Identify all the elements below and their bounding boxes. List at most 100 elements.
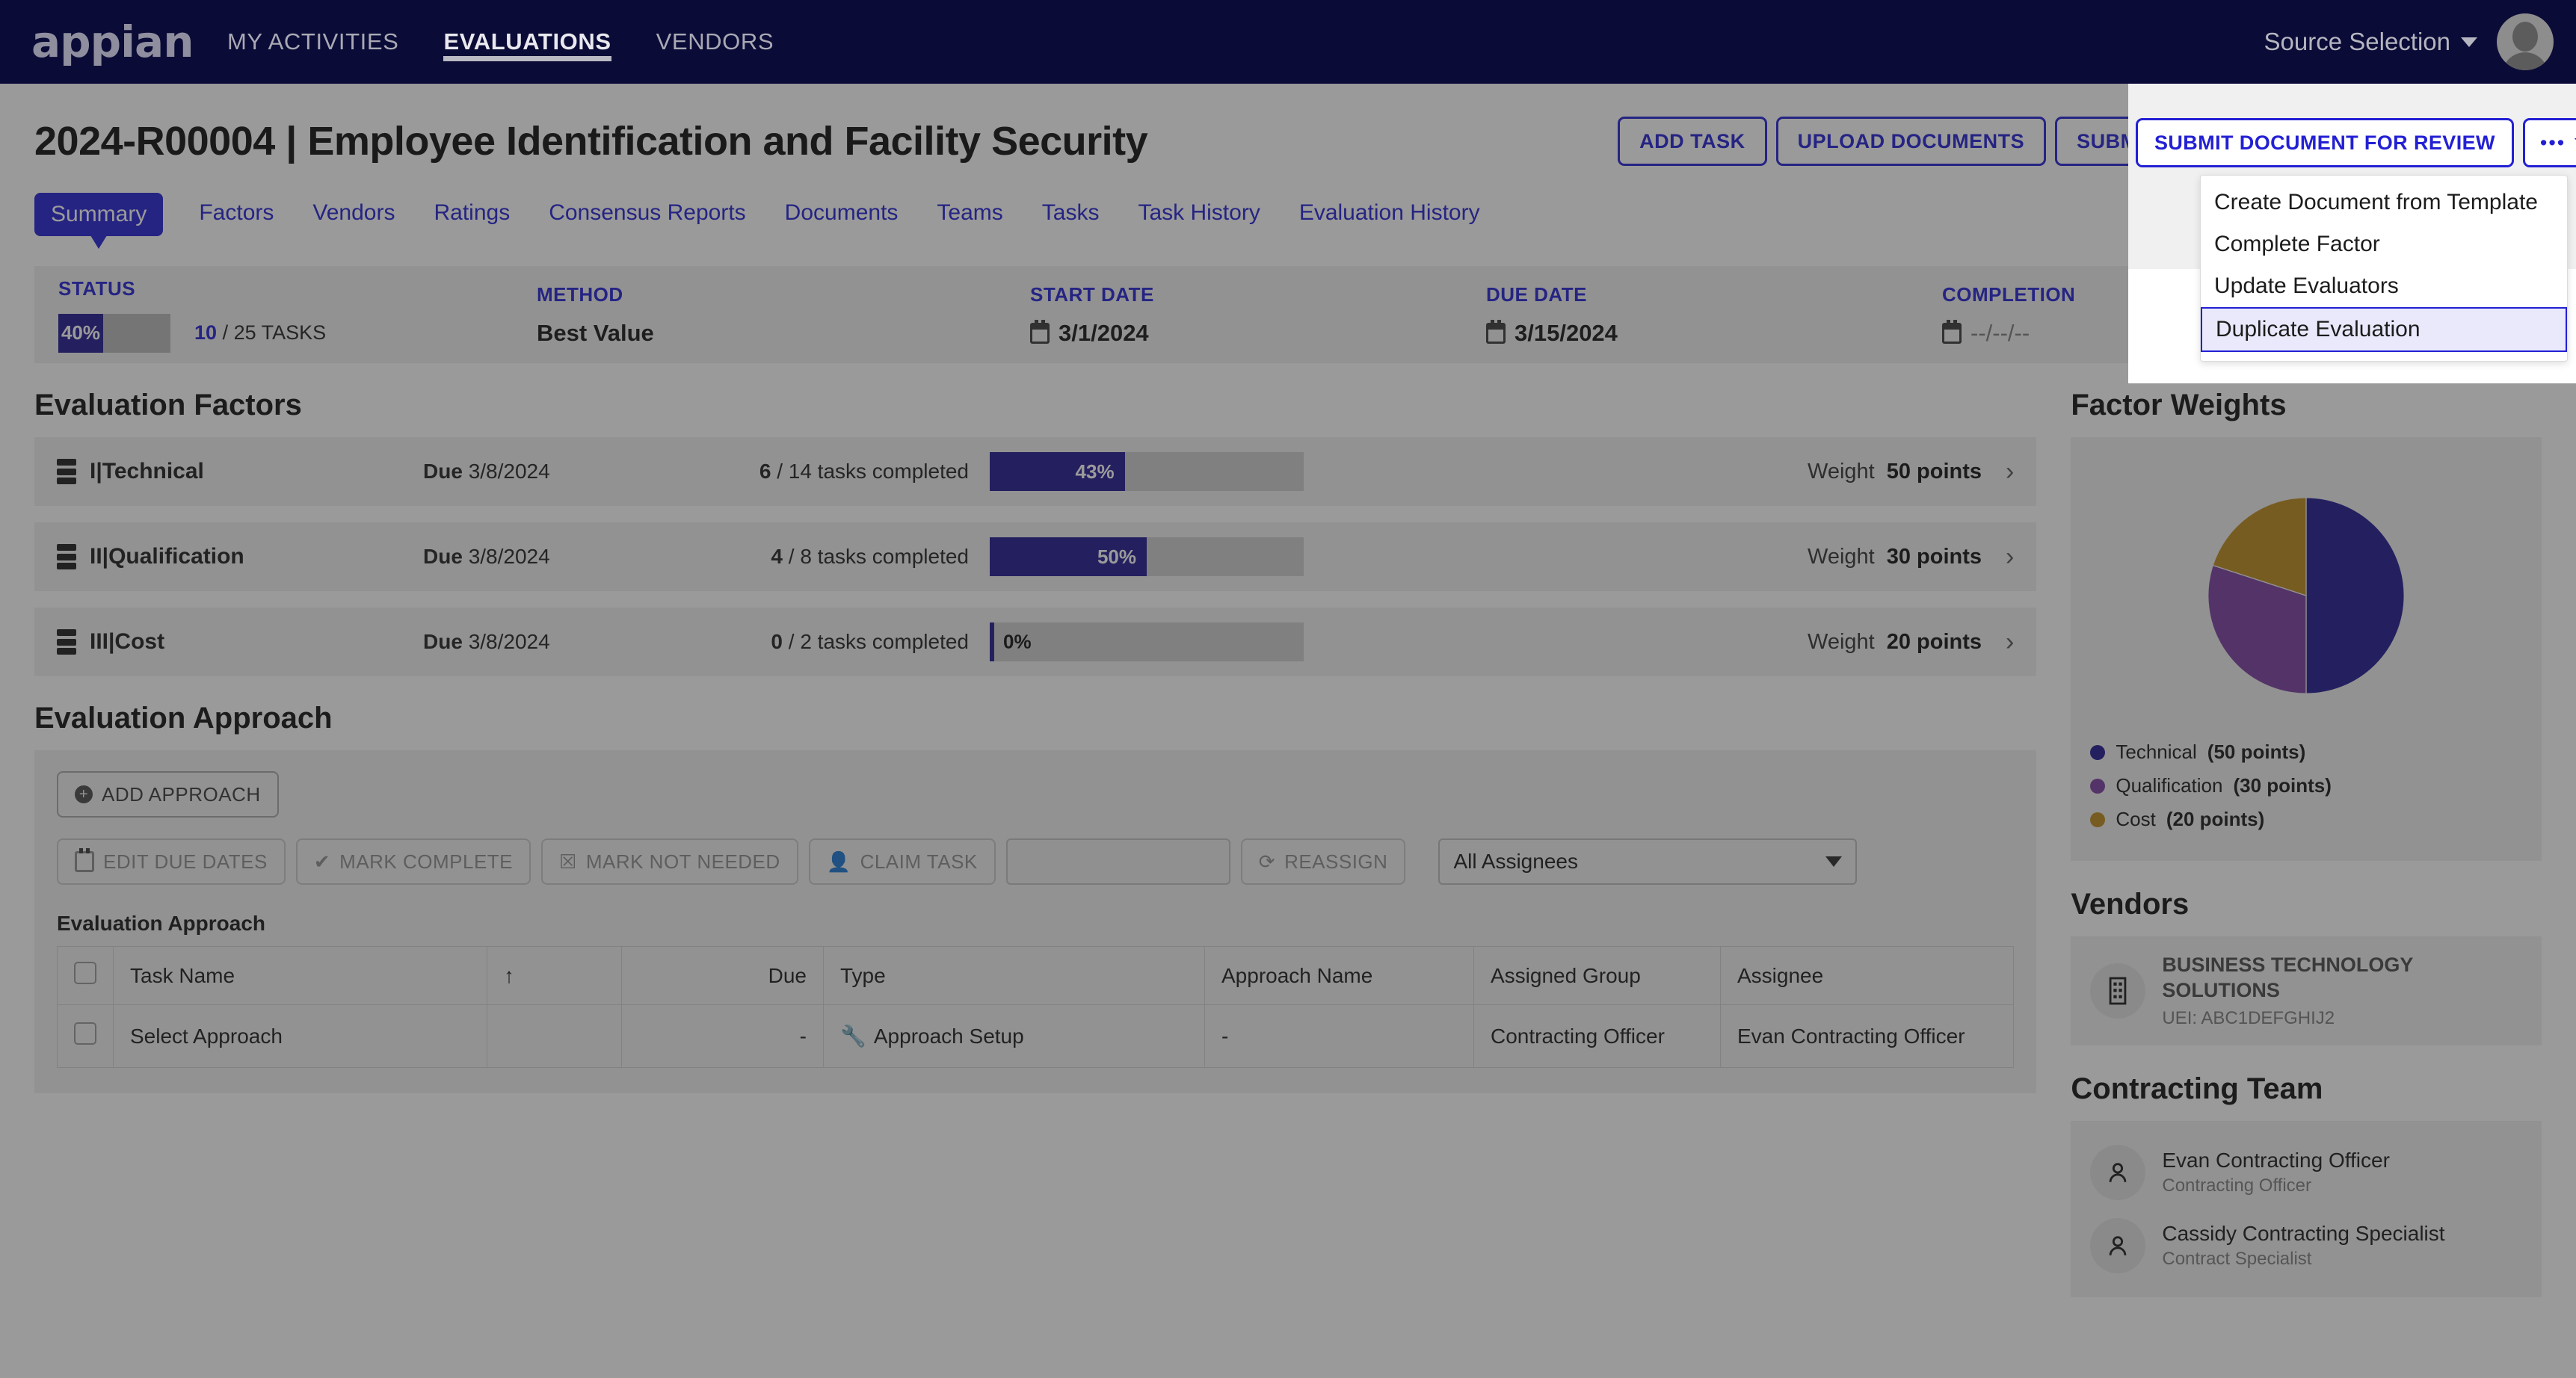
nav-vendors[interactable]: VENDORS	[656, 0, 774, 84]
row-checkbox-cell[interactable]	[57, 1004, 114, 1068]
chevron-right-icon[interactable]: ›	[2006, 628, 2014, 657]
factor-name-group: II|Qualification	[57, 544, 423, 569]
completion-value: --/--/--	[1970, 319, 2030, 346]
tab-summary[interactable]: Summary	[34, 193, 164, 249]
mark-not-needed-button[interactable]: ☒ MARK NOT NEEDED	[541, 838, 798, 885]
vendor-name: BUSINESS TECHNOLOGY SOLUTIONS	[2162, 954, 2413, 1001]
start-date-value: 3/1/2024	[1059, 319, 1149, 346]
team-member-info: Evan Contracting Officer Contracting Off…	[2162, 1149, 2390, 1196]
tasks-done: 10	[194, 321, 218, 344]
list-item[interactable]: Cassidy Contracting Specialist Contract …	[2090, 1209, 2522, 1282]
column-task-name[interactable]: Task Name	[113, 946, 487, 1005]
menu-item-update-evaluators[interactable]: Update Evaluators	[2201, 265, 2567, 307]
chevron-right-icon[interactable]: ›	[2006, 457, 2014, 486]
factor-tasks-done: 0	[771, 630, 783, 653]
status-progress-group: 40% 10 / 25 TASKS	[58, 313, 537, 353]
tab-task-history[interactable]: Task History	[1135, 193, 1263, 233]
nav-evaluations[interactable]: EVALUATIONS	[443, 0, 611, 84]
tab-teams[interactable]: Teams	[934, 193, 1005, 233]
tab-ratings[interactable]: Ratings	[431, 193, 513, 233]
factor-weight-value: 20 points	[1886, 629, 1982, 654]
search-input[interactable]	[1005, 838, 1230, 885]
method-label: METHOD	[537, 282, 623, 306]
legend-color-dot	[2090, 744, 2106, 760]
pie-slice-technical[interactable]	[2305, 497, 2406, 694]
list-item[interactable]: Evan Contracting Officer Contracting Off…	[2090, 1136, 2522, 1209]
factor-progress-bar: 0%	[990, 622, 1304, 661]
factor-row[interactable]: II|Qualification Due 3/8/2024 4 / 8 tasks …	[34, 522, 2037, 591]
factor-row[interactable]: III|Cost Due 3/8/2024 0 / 2 tasks complete…	[34, 608, 2037, 676]
vendor-info: BUSINESS TECHNOLOGY SOLUTIONS UEI: ABC1D…	[2162, 953, 2522, 1029]
add-approach-button[interactable]: + ADD APPROACH	[57, 771, 279, 818]
column-due[interactable]: Due	[621, 946, 824, 1005]
column-assignee[interactable]: Assignee	[1719, 946, 2015, 1005]
column-assigned-group[interactable]: Assigned Group	[1473, 946, 1721, 1005]
due-date-label: DUE DATE	[1486, 282, 1587, 306]
start-date-value-group: 3/1/2024	[1030, 319, 1486, 347]
edit-due-dates-label: EDIT DUE DATES	[103, 850, 268, 873]
cell-task-name[interactable]: Select Approach	[113, 1004, 487, 1068]
cell-type-label: Approach Setup	[873, 1025, 1024, 1048]
nav-my-activities[interactable]: MY ACTIVITIES	[227, 0, 398, 84]
mark-complete-button[interactable]: ✔ MARK COMPLETE	[295, 838, 531, 885]
select-all-header[interactable]	[57, 946, 114, 1005]
tab-factors[interactable]: Factors	[196, 193, 277, 233]
layers-icon	[57, 459, 76, 484]
legend-item: Qualification (30 points)	[2090, 774, 2522, 797]
source-selection-label: Source Selection	[2264, 28, 2450, 55]
vendors-title: Vendors	[2071, 888, 2190, 921]
menu-item-duplicate-evaluation[interactable]: Duplicate Evaluation	[2201, 307, 2567, 352]
person-icon	[2090, 1144, 2146, 1200]
factor-due-group: Due 3/8/2024	[423, 630, 745, 654]
source-selection-menu[interactable]: Source Selection	[2264, 28, 2477, 56]
tab-consensus-reports[interactable]: Consensus Reports	[546, 193, 748, 233]
upload-documents-button[interactable]: UPLOAD DOCUMENTS	[1775, 117, 2047, 166]
checkbox-icon[interactable]	[74, 962, 96, 984]
claim-task-button[interactable]: 👤 CLAIM TASK	[808, 838, 996, 885]
factor-row[interactable]: I|Technical Due 3/8/2024 6 / 14 tasks comp…	[34, 437, 2037, 506]
column-type[interactable]: Type	[823, 946, 1205, 1005]
weight-word: Weight	[1808, 459, 1875, 483]
menu-item-complete-factor[interactable]: Complete Factor	[2201, 223, 2567, 265]
reassign-button[interactable]: ⟳ REASSIGN	[1240, 838, 1406, 885]
appian-logo[interactable]: appian	[31, 19, 194, 65]
calendar-icon	[1486, 319, 1506, 344]
tab-tasks[interactable]: Tasks	[1039, 193, 1103, 233]
main-column: Evaluation Factors I|Technical Due 3/8/20…	[34, 389, 2037, 1297]
factor-progress-fill: 43%	[990, 452, 1125, 491]
legend-color-dot	[2090, 812, 2106, 827]
chevron-right-icon[interactable]: ›	[2006, 543, 2014, 572]
factor-tasks-group: 0 / 2 tasks completed	[745, 630, 969, 654]
more-actions-dropdown-menu: Create Document from Template Complete F…	[2200, 175, 2568, 362]
sort-indicator[interactable]: ↑	[487, 946, 622, 1005]
vendor-card[interactable]: BUSINESS TECHNOLOGY SOLUTIONS UEI: ABC1D…	[2071, 936, 2542, 1045]
checkbox-icon[interactable]	[74, 1022, 96, 1045]
tab-vendors[interactable]: Vendors	[309, 193, 398, 233]
edit-due-dates-button[interactable]: EDIT DUE DATES	[57, 838, 286, 885]
spotlight-buttons: SUBMIT DOCUMENT FOR REVIEW •••	[2136, 118, 2576, 167]
tab-documents[interactable]: Documents	[782, 193, 902, 233]
chevron-down-icon	[1825, 856, 1843, 867]
column-approach-name[interactable]: Approach Name	[1204, 946, 1474, 1005]
submit-document-for-review-button[interactable]: SUBMIT DOCUMENT FOR REVIEW	[2136, 118, 2514, 167]
weight-word: Weight	[1808, 629, 1875, 654]
factor-due-group: Due 3/8/2024	[423, 545, 745, 569]
tasks-total: / 25 TASKS	[222, 321, 327, 344]
factor-progress-bar: 50%	[990, 537, 1304, 576]
add-task-button[interactable]: ADD TASK	[1618, 117, 1767, 166]
vendor-uei: UEI: ABC1DEFGHIJ2	[2162, 1007, 2335, 1028]
tab-evaluation-history[interactable]: Evaluation History	[1296, 193, 1483, 233]
factor-tasks-group: 6 / 14 tasks completed	[745, 460, 969, 483]
avatar[interactable]	[2497, 13, 2554, 70]
cell-assignee[interactable]: Evan Contracting Officer	[1719, 1004, 2015, 1068]
top-nav-links: MY ACTIVITIES EVALUATIONS VENDORS	[227, 0, 774, 84]
evaluation-approach-card: + ADD APPROACH EDIT DUE DATES ✔ MARK COM…	[34, 750, 2037, 1093]
more-actions-button[interactable]: •••	[2522, 118, 2576, 167]
legend-item: Technical (50 points)	[2090, 741, 2522, 764]
mark-complete-label: MARK COMPLETE	[339, 850, 514, 873]
menu-item-create-document-from-template[interactable]: Create Document from Template	[2201, 182, 2567, 223]
evaluation-approach-title: Evaluation Approach	[34, 702, 333, 735]
evaluation-factors-title: Evaluation Factors	[34, 389, 302, 421]
factor-due-group: Due 3/8/2024	[423, 460, 745, 483]
assignee-filter-select[interactable]: All Assignees	[1438, 838, 1858, 885]
